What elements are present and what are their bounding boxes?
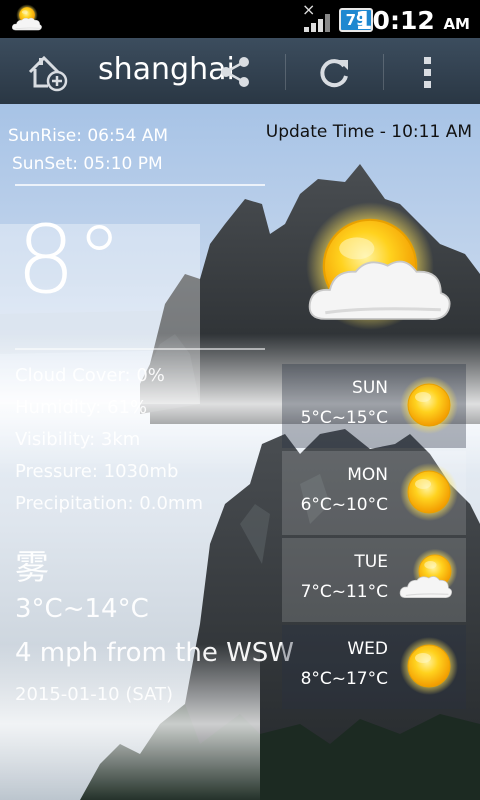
forecast-row[interactable]: MON 6°C~10°C (282, 451, 466, 535)
update-time: Update Time - 10:11 AM (265, 122, 472, 142)
forecast-range: 5°C~15°C (300, 408, 388, 428)
condition-text: 雾 (15, 548, 49, 588)
divider (15, 348, 265, 350)
action-bar: shanghai (0, 38, 480, 104)
forecast-range: 7°C~11°C (300, 582, 388, 602)
sun-times: SunRise: 06:54 AM SunSet: 05:10 PM (8, 122, 168, 178)
sunny-icon (399, 462, 459, 522)
weather-app-icon (11, 4, 43, 31)
divider (15, 184, 265, 186)
refresh-icon[interactable] (316, 54, 352, 90)
weather-details: Cloud Cover: 0% Humidity: 61% Visibility… (15, 360, 203, 520)
add-location-icon[interactable] (26, 52, 70, 92)
humidity: Humidity: 61% (15, 397, 148, 418)
pressure: Pressure: 1030mb (15, 461, 179, 482)
forecast-day: SUN (352, 378, 388, 398)
cloud-cover: Cloud Cover: 0% (15, 365, 165, 386)
date-text: 2015-01-10 (SAT) (15, 684, 174, 705)
sunset-text: SunSet: 05:10 PM (12, 154, 163, 174)
forecast-day: TUE (354, 552, 388, 572)
overflow-menu-icon[interactable] (416, 52, 440, 92)
temperature-range: 3°C~14°C (15, 594, 149, 624)
share-icon[interactable] (218, 56, 252, 88)
forecast-day: WED (347, 639, 388, 659)
wind-text: 4 mph from the WSW (15, 638, 295, 668)
forecast-row[interactable]: TUE 7°C~11°C (282, 538, 466, 622)
precipitation: Precipitation: 0.0mm (15, 493, 203, 514)
partly-cloudy-icon (399, 548, 458, 599)
action-divider (383, 54, 384, 90)
weather-panel: SunRise: 06:54 AM SunSet: 05:10 PM Updat… (0, 104, 480, 800)
status-bar: × 79 10:12 AM (0, 0, 480, 38)
current-temperature: 8° (16, 206, 123, 315)
sunny-icon (399, 375, 459, 435)
clock-time: 10:12 (355, 6, 435, 35)
forecast-row[interactable]: SUN 5°C~15°C (282, 364, 466, 448)
forecast-row[interactable]: WED 8°C~17°C (282, 625, 466, 709)
clock: 10:12 AM (355, 6, 470, 35)
clock-ampm: AM (443, 15, 470, 33)
visibility: Visibility: 3km (15, 429, 141, 450)
forecast-list: SUN 5°C~15°C MON 6°C~10°C TUE 7°C~11°C W… (282, 364, 466, 712)
forecast-range: 8°C~17°C (300, 669, 388, 689)
action-divider (285, 54, 286, 90)
partly-cloudy-icon (305, 202, 452, 331)
city-name[interactable]: shanghai (98, 52, 235, 87)
sunny-icon (399, 636, 459, 696)
forecast-day: MON (347, 465, 388, 485)
sunrise-text: SunRise: 06:54 AM (8, 126, 169, 146)
forecast-range: 6°C~10°C (300, 495, 388, 515)
signal-icon (304, 12, 334, 32)
